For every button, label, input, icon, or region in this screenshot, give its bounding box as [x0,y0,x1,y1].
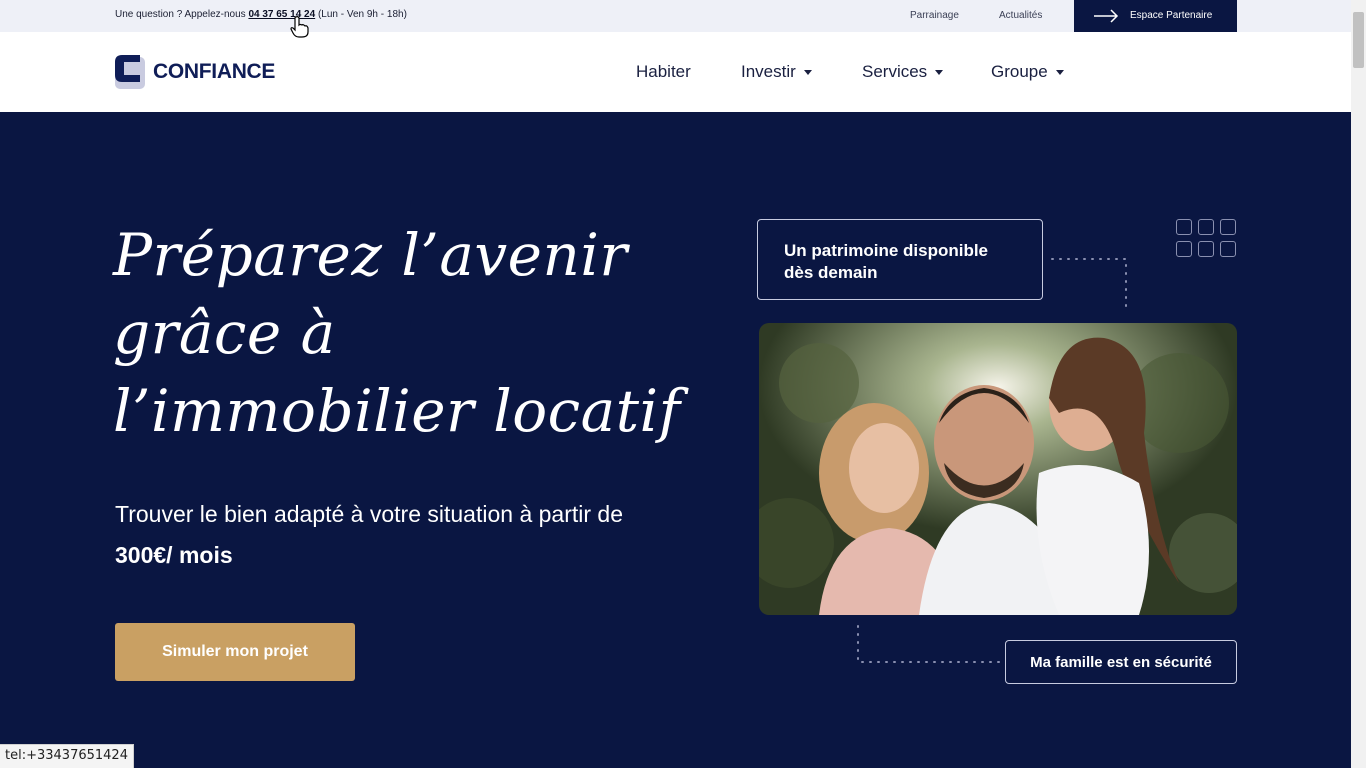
nav-investir-label: Investir [741,62,796,81]
partner-space-label: Espace Partenaire [1130,10,1213,21]
dotted-connector-bottom [857,625,1003,663]
partner-space-button[interactable]: Espace Partenaire [1074,0,1237,32]
browser-status-bar: tel:+33437651424 [0,744,134,768]
contact-info: Une question ? Appelez-nous 04 37 65 14 … [115,9,407,20]
nav-services[interactable]: Services [862,62,944,82]
simulate-project-button[interactable]: Simuler mon projet [115,623,355,681]
caret-down-icon [1055,70,1064,76]
contact-question: Une question ? Appelez-nous [115,9,249,20]
nav-investir[interactable]: Investir [741,62,812,82]
family-photo [759,323,1237,615]
contact-hours: (Lun - Ven 9h - 18h) [315,9,407,20]
scrollbar-thumb[interactable] [1353,12,1364,68]
caret-down-icon [935,70,944,76]
logo-text: CONFIANCE [153,60,276,83]
nav-habiter[interactable]: Habiter [636,62,691,82]
dotted-connector-top [1051,258,1127,312]
hand-cursor-icon [290,16,309,38]
main-header: CONFIANCE Habiter Investir Services Grou… [0,32,1351,112]
hero-price: 300€/ mois [115,542,233,568]
logo[interactable]: CONFIANCE [115,55,275,89]
nav-groupe[interactable]: Groupe [991,62,1064,82]
logo-mark-icon [115,55,147,89]
nav-groupe-label: Groupe [991,62,1048,81]
page-scrollbar[interactable] [1351,0,1366,768]
nav-habiter-label: Habiter [636,62,691,81]
nav-services-label: Services [862,62,928,81]
patrimoine-card: Un patrimoine disponible dès demain [757,219,1043,300]
actualites-link[interactable]: Actualités [999,10,1042,21]
hero-subtitle-text: Trouver le bien adapté à votre situation… [115,501,623,527]
arrow-right-icon [1094,9,1119,23]
top-bar: Une question ? Appelez-nous 04 37 65 14 … [0,0,1351,32]
parrainage-link[interactable]: Parrainage [910,10,959,21]
family-security-card: Ma famille est en sécurité [1005,640,1237,684]
caret-down-icon [803,70,812,76]
hero-title: Préparez l’avenir grâce à l’immobilier l… [113,221,681,445]
hero-subtitle: Trouver le bien adapté à votre situation… [115,494,675,576]
